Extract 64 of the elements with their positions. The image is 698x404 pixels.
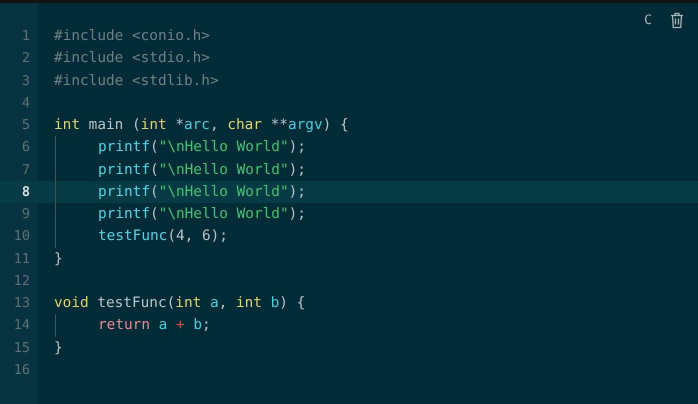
function-name: printf: [98, 160, 150, 180]
preprocessor-text: #include <conio.h>: [54, 27, 210, 46]
line-number: 11: [12, 250, 30, 269]
function-name: testFunc: [98, 227, 168, 246]
string-literal: "\nHello World": [158, 138, 289, 158]
function-name: printf: [98, 182, 150, 202]
code-text: **: [270, 116, 288, 136]
variable-name: arc: [184, 116, 210, 136]
code-text: ) {: [279, 294, 306, 314]
code-text: );: [288, 182, 306, 202]
keyword: return: [98, 316, 151, 336]
operator: +: [176, 316, 186, 336]
line-number: 1: [20, 27, 30, 46]
function-name: printf: [98, 205, 150, 224]
code-text: }: [54, 338, 63, 358]
code-text: }: [54, 250, 63, 269]
code-text: ;: [202, 316, 211, 336]
language-label[interactable]: C: [644, 13, 652, 28]
code-text: (: [150, 205, 159, 224]
line-number: 16: [12, 360, 30, 380]
type-keyword: int: [54, 116, 80, 136]
line-number: 13: [12, 294, 30, 314]
variable-name: a: [210, 294, 219, 314]
string-literal: "\nHello World": [158, 160, 289, 180]
line-number: 5: [20, 116, 30, 136]
preprocessor-text: #include <stdio.h>: [54, 49, 210, 68]
code-text: );: [288, 160, 306, 180]
code-text: ,: [218, 294, 228, 314]
line-number: 6: [20, 138, 30, 158]
string-literal: "\nHello World": [158, 205, 289, 224]
code-text: (: [150, 182, 159, 202]
line-number: 2: [20, 49, 30, 68]
variable-name: b: [193, 316, 202, 336]
code-text: (: [150, 160, 159, 180]
variable-name: argv: [288, 116, 323, 136]
preprocessor-text: #include <stdlib.h>: [54, 72, 219, 91]
line-number: 7: [20, 160, 30, 180]
line-number: 10: [12, 227, 30, 246]
string-literal: "\nHello World": [158, 182, 289, 202]
line-number: 3: [20, 72, 30, 91]
code-text: (4, 6);: [167, 227, 228, 246]
line-number: 14: [12, 316, 30, 336]
code-text: (: [150, 138, 159, 158]
line-number: 8: [20, 182, 30, 202]
line-number: 12: [12, 272, 30, 291]
code-text: testFunc(: [96, 294, 176, 314]
line-number: 4: [20, 94, 30, 113]
trash-icon[interactable]: [670, 12, 684, 29]
code-text: *: [174, 116, 184, 136]
code-text: main (: [88, 116, 141, 136]
function-name: printf: [98, 138, 150, 158]
line-number: 9: [20, 205, 30, 224]
line-number: 15: [12, 338, 30, 358]
type-keyword: int: [236, 294, 263, 314]
type-keyword: void: [54, 294, 89, 314]
code-text: );: [288, 138, 306, 158]
variable-name: b: [270, 294, 280, 314]
code-text: ) {: [322, 116, 349, 136]
type-keyword: char: [227, 116, 262, 136]
type-keyword: int: [175, 294, 202, 314]
variable-name: a: [158, 316, 168, 336]
type-keyword: int: [140, 116, 167, 136]
code-text: ,: [210, 116, 220, 136]
code-text: );: [288, 205, 306, 224]
